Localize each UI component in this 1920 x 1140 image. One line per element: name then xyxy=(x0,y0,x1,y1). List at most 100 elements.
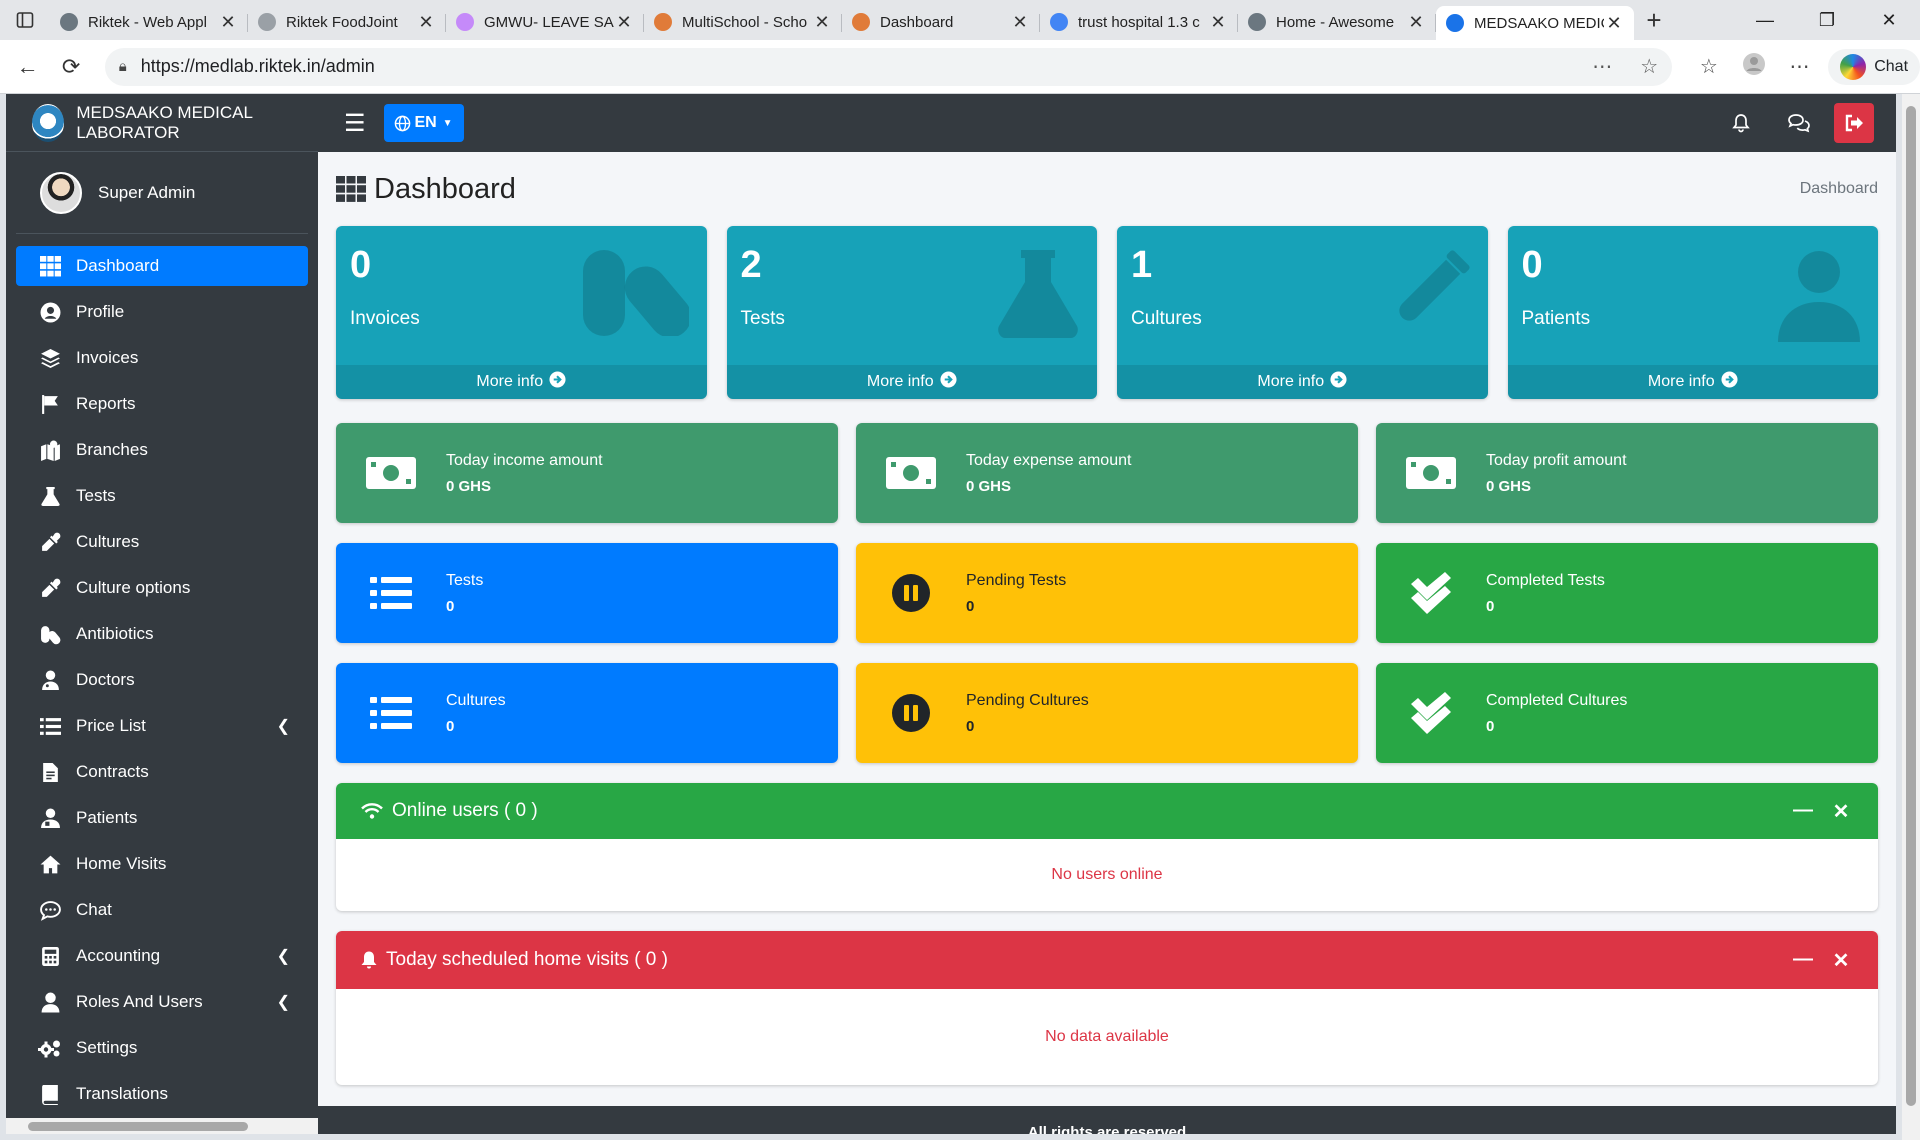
summary-box-cultures: 1 Cultures More info xyxy=(1117,226,1488,399)
wifi-icon xyxy=(361,803,383,819)
browser-tab[interactable]: MultiSchool - Scho ✕ xyxy=(644,6,842,38)
messages-icon[interactable] xyxy=(1770,113,1828,133)
sidebar-item-home-visits[interactable]: Home Visits xyxy=(16,844,308,884)
stat-box-pending-cultures: Pending Cultures 0 xyxy=(856,663,1358,763)
tab-favicon-icon xyxy=(654,13,672,31)
summary-boxes: 0 Invoices More info 2 Tests More info 1… xyxy=(336,226,1878,399)
sidebar-item-label: Reports xyxy=(76,394,136,413)
browser-tab[interactable]: GMWU- LEAVE SA ✕ xyxy=(446,6,644,38)
sidebar-item-tests[interactable]: Tests xyxy=(16,476,308,516)
sidebar-item-contracts[interactable]: Contracts xyxy=(16,752,308,792)
more-info-link[interactable]: More info xyxy=(1507,365,1878,399)
sidebar-item-branches[interactable]: Branches xyxy=(16,430,308,470)
more-info-link[interactable]: More info xyxy=(336,365,707,399)
stat-value: 0 xyxy=(446,597,455,615)
lock-icon[interactable]: 🔒︎ xyxy=(119,58,127,75)
comment-icon xyxy=(38,900,62,921)
tab-title: Home - Awesome xyxy=(1276,13,1395,31)
breadcrumb[interactable]: Dashboard xyxy=(1800,180,1878,198)
sidebar-item-patients[interactable]: Patients xyxy=(16,798,308,838)
tab-close-icon[interactable]: ✕ xyxy=(812,12,832,33)
menu-toggle-icon[interactable]: ☰ xyxy=(344,109,366,138)
settings-more-icon[interactable]: ⋯ xyxy=(1777,54,1822,79)
refresh-icon[interactable]: ⟳ xyxy=(49,54,92,80)
browser-tab[interactable]: Home - Awesome ✕ xyxy=(1238,6,1436,38)
stat-box-cultures: Cultures 0 xyxy=(336,663,838,763)
sidebar-item-cultures[interactable]: Cultures xyxy=(16,522,308,562)
summary-box-tests: 2 Tests More info xyxy=(726,226,1097,399)
collapse-icon[interactable]: — xyxy=(1784,799,1822,824)
back-icon[interactable]: ← xyxy=(6,54,49,80)
sidebar-item-label: Price List xyxy=(76,716,146,735)
sidebar-item-profile[interactable]: Profile xyxy=(16,292,308,332)
sidebar-item-culture-options[interactable]: Culture options xyxy=(16,568,308,608)
online-users-title: Online users ( 0 ) xyxy=(392,800,538,821)
tab-close-icon[interactable]: ✕ xyxy=(1604,13,1624,34)
tab-close-icon[interactable]: ✕ xyxy=(1406,12,1426,33)
tab-actions-icon[interactable] xyxy=(0,0,50,40)
browser-tab[interactable]: Riktek - Web Appl ✕ xyxy=(50,6,248,38)
tab-title: Riktek - Web Appl xyxy=(88,13,207,31)
bell-icon[interactable] xyxy=(1712,113,1770,133)
tab-favicon-icon xyxy=(1050,13,1068,31)
money-icon xyxy=(856,457,966,489)
tab-close-icon[interactable]: ✕ xyxy=(614,12,634,33)
sidebar-item-translations[interactable]: Translations xyxy=(16,1074,308,1114)
stat-label: Completed Cultures xyxy=(1486,691,1628,709)
brand-link[interactable]: MEDSAAKO MEDICAL LABORATOR xyxy=(6,94,318,152)
stat-label: Pending Tests xyxy=(966,571,1067,589)
sidebar-item-roles-and-users[interactable]: Roles And Users ❮ xyxy=(16,982,308,1022)
stat-box-today-expense-amount: Today expense amount 0 GHS xyxy=(856,423,1358,523)
more-info-link[interactable]: More info xyxy=(726,365,1097,399)
sidebar-item-label: Culture options xyxy=(76,578,191,597)
collapse-icon[interactable]: — xyxy=(1784,948,1822,973)
browser-tab[interactable]: Dashboard ✕ xyxy=(842,6,1040,38)
address-bar: ← ⟳ 🔒︎ https://medlab.riktek.in/admin ⋯ … xyxy=(0,40,1920,94)
url-field[interactable]: 🔒︎ https://medlab.riktek.in/admin ⋯ ☆ xyxy=(104,47,1673,86)
sidebar-item-antibiotics[interactable]: Antibiotics xyxy=(16,614,308,654)
more-info-link[interactable]: More info xyxy=(1117,365,1488,399)
tab-close-icon[interactable]: ✕ xyxy=(218,12,238,33)
copilot-chat-button[interactable]: Chat xyxy=(1828,48,1920,85)
sidebar-item-dashboard[interactable]: Dashboard xyxy=(16,246,308,286)
stat-label: Today income amount xyxy=(446,451,603,469)
sidebar-item-invoices[interactable]: Invoices xyxy=(16,338,308,378)
favorites-icon[interactable]: ☆ xyxy=(1686,54,1731,79)
browser-tab[interactable]: Riktek FoodJoint ✕ xyxy=(248,6,446,38)
close-icon[interactable]: ✕ xyxy=(1822,799,1860,824)
more-options-icon[interactable]: ⋯ xyxy=(1592,54,1612,79)
stat-label: Completed Tests xyxy=(1486,571,1605,589)
tab-close-icon[interactable]: ✕ xyxy=(1010,12,1030,33)
profile-icon[interactable] xyxy=(1732,52,1777,82)
sidebar-item-label: Profile xyxy=(76,302,125,321)
sidebar-item-chat[interactable]: Chat xyxy=(16,890,308,930)
stat-box-today-income-amount: Today income amount 0 GHS xyxy=(336,423,838,523)
user-panel[interactable]: Super Admin xyxy=(16,152,308,234)
brand-name: MEDSAAKO MEDICAL LABORATOR xyxy=(76,102,253,142)
close-window-icon[interactable]: ✕ xyxy=(1858,10,1920,31)
sidebar-item-settings[interactable]: Settings xyxy=(16,1028,308,1068)
sidebar-item-reports[interactable]: Reports xyxy=(16,384,308,424)
restore-icon[interactable]: ❐ xyxy=(1796,10,1858,31)
browser-tab[interactable]: trust hospital 1.3 c ✕ xyxy=(1040,6,1238,38)
user-icon xyxy=(38,992,62,1013)
sidebar-item-doctors[interactable]: Doctors xyxy=(16,660,308,700)
favorite-star-icon[interactable]: ☆ xyxy=(1640,54,1658,79)
browser-tab[interactable]: MEDSAAKO MEDIC ✕ xyxy=(1436,6,1634,40)
close-icon[interactable]: ✕ xyxy=(1822,948,1860,973)
tab-close-icon[interactable]: ✕ xyxy=(1208,12,1228,33)
logout-button[interactable] xyxy=(1834,103,1874,143)
sidebar-item-accounting[interactable]: Accounting ❮ xyxy=(16,936,308,976)
language-dropdown[interactable]: EN ▼ xyxy=(383,104,464,142)
sidebar: MEDSAAKO MEDICAL LABORATOR Super Admin D… xyxy=(6,94,318,1134)
sidebar-horizontal-scrollbar[interactable] xyxy=(6,1118,318,1134)
tab-close-icon[interactable]: ✕ xyxy=(416,12,436,33)
chevron-left-icon: ❮ xyxy=(276,948,290,965)
stat-value: 0 GHS xyxy=(1486,477,1532,495)
eyedropper-icon xyxy=(38,532,62,553)
sidebar-item-price-list[interactable]: Price List ❮ xyxy=(16,706,308,746)
page-vertical-scrollbar[interactable] xyxy=(1902,94,1920,1140)
user-name[interactable]: Super Admin xyxy=(98,183,195,203)
minimize-icon[interactable]: — xyxy=(1734,10,1796,31)
new-tab-button[interactable]: + xyxy=(1634,5,1674,36)
